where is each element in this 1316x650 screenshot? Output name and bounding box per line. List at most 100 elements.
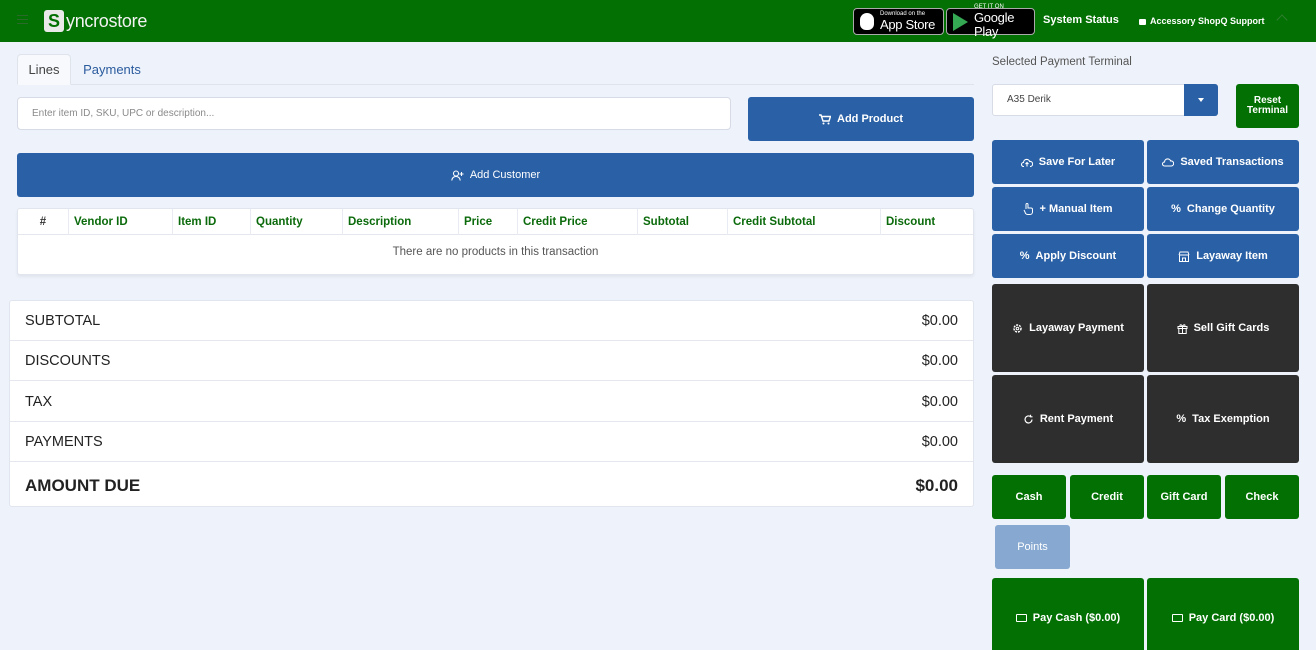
pay-cash-label: Pay Cash ($0.00) (1032, 612, 1121, 624)
column-header-quantity: Quantity (252, 209, 343, 235)
money-bill-icon (1015, 614, 1027, 622)
column-header-discount: Discount (886, 216, 936, 228)
sell-gift-cards-button[interactable]: Sell Gift Cards (1147, 284, 1299, 372)
add-customer-label: Add Customer (469, 169, 541, 181)
totals-panel: SUBTOTAL $0.00 DISCOUNTS $0.00 TAX $0.00… (9, 300, 974, 507)
syncrostore-logo[interactable]: S yncrostore (44, 9, 147, 33)
percent-icon: % (1171, 203, 1181, 215)
tax-exemption-label: Tax Exemption (1192, 413, 1270, 425)
column-header-item-id: Item ID (174, 209, 251, 235)
apply-discount-label: Apply Discount (1035, 250, 1117, 262)
rent-payment-button[interactable]: Rent Payment (992, 375, 1144, 463)
subtotal-value: $0.00 (921, 313, 958, 329)
chevron-down-icon[interactable] (1184, 84, 1218, 116)
saved-transactions-button[interactable]: Saved Transactions (1147, 140, 1299, 184)
column-header-credit-subtotal: Credit Subtotal (729, 209, 881, 235)
amount-due-label: AMOUNT DUE (25, 476, 141, 495)
google-play-large: Google Play (974, 10, 1015, 39)
logo-text: yncrostore (66, 10, 148, 31)
lock-icon (1139, 19, 1146, 25)
tax-label: TAX (25, 394, 53, 410)
payments-label: PAYMENTS (25, 434, 103, 450)
store-icon (1178, 251, 1190, 262)
rent-payment-label: Rent Payment (1039, 413, 1114, 425)
payments-value: $0.00 (921, 434, 958, 450)
percent-icon: % (1019, 250, 1030, 262)
transaction-tabs: Lines Payments (17, 54, 974, 85)
discounts-value: $0.00 (921, 353, 958, 369)
terminal-select[interactable]: A35 Derik (992, 84, 1218, 116)
layaway-payment-button[interactable]: Layaway Payment (992, 284, 1144, 372)
chevron-up-icon[interactable] (1276, 14, 1288, 26)
amount-due-row: AMOUNT DUE $0.00 (10, 463, 973, 503)
change-quantity-button[interactable]: % Change Quantity (1147, 187, 1299, 231)
tab-lines[interactable]: Lines (17, 54, 71, 85)
credit-card-icon (1171, 614, 1183, 622)
terminal-label: Selected Payment Terminal (992, 56, 1132, 68)
manual-item-label: + Manual Item (1039, 203, 1113, 215)
support-label: Accessory ShopQ Support (1150, 16, 1265, 26)
save-for-later-button[interactable]: Save For Later (992, 140, 1144, 184)
top-navbar: S yncrostore Download on the App Store G… (0, 0, 1316, 42)
amount-due-value: $0.00 (915, 476, 958, 495)
support-link[interactable]: Accessory ShopQ Support (1139, 16, 1265, 26)
reset-terminal-line2: Terminal (1247, 105, 1288, 116)
system-status-link[interactable]: System Status (1043, 14, 1119, 26)
saved-transactions-label: Saved Transactions (1180, 156, 1284, 168)
discounts-label: DISCOUNTS (25, 353, 111, 369)
tab-payments[interactable]: Payments (77, 54, 147, 85)
add-product-label: Add Product (837, 113, 903, 125)
cloud-icon (1162, 157, 1175, 167)
tax-exemption-button[interactable]: % Tax Exemption (1147, 375, 1299, 463)
add-customer-button[interactable]: Add Customer (17, 153, 974, 197)
pay-card-button[interactable]: Pay Card ($0.00) (1147, 578, 1299, 650)
pay-cash-button[interactable]: Pay Cash ($0.00) (992, 578, 1144, 650)
logo-mark: S (44, 10, 64, 32)
payments-row: PAYMENTS $0.00 (10, 422, 973, 462)
add-user-icon (451, 169, 464, 181)
column-header-credit-price: Credit Price (519, 209, 638, 235)
table-header: # Vendor ID Item ID Quantity Description… (18, 209, 973, 235)
manual-item-button[interactable]: + Manual Item (992, 187, 1144, 231)
points-button[interactable]: Points (995, 525, 1070, 569)
empty-table-message: There are no products in this transactio… (392, 246, 599, 258)
item-search-input[interactable] (17, 97, 731, 130)
column-header-price: Price (460, 209, 518, 235)
reset-terminal-button[interactable]: Reset Terminal (1236, 84, 1299, 128)
pay-card-label: Pay Card ($0.00) (1188, 612, 1275, 624)
change-quantity-label: Change Quantity (1186, 203, 1275, 215)
cash-button[interactable]: Cash (992, 475, 1066, 519)
column-header-vendor-id: Vendor ID (70, 209, 173, 235)
column-header-number: # (18, 209, 69, 235)
column-header-subtotal: Subtotal (639, 209, 728, 235)
refresh-icon (1023, 414, 1034, 425)
layaway-item-label: Layaway Item (1196, 250, 1268, 262)
gift-icon (1177, 323, 1188, 334)
layaway-item-button[interactable]: Layaway Item (1147, 234, 1299, 278)
google-play-icon (953, 12, 968, 31)
products-table: # Vendor ID Item ID Quantity Description… (17, 208, 974, 275)
app-store-badge[interactable]: Download on the App Store (853, 8, 944, 35)
menu-icon[interactable] (17, 15, 28, 24)
apply-discount-button[interactable]: % Apply Discount (992, 234, 1144, 278)
cart-icon (819, 113, 831, 125)
check-button[interactable]: Check (1225, 475, 1299, 519)
percent-icon: % (1176, 413, 1187, 425)
app-store-large: App Store (880, 17, 936, 32)
tax-row: TAX $0.00 (10, 382, 973, 422)
discounts-row: DISCOUNTS $0.00 (10, 341, 973, 381)
add-product-button[interactable]: Add Product (748, 97, 974, 141)
save-for-later-label: Save For Later (1038, 156, 1116, 168)
credit-button[interactable]: Credit (1070, 475, 1144, 519)
subtotal-row: SUBTOTAL $0.00 (10, 301, 973, 341)
apple-icon (860, 13, 874, 30)
sell-gift-cards-label: Sell Gift Cards (1193, 322, 1270, 334)
google-play-badge[interactable]: GET IT ON Google Play (946, 4, 1035, 39)
subtotal-label: SUBTOTAL (25, 313, 101, 329)
gift-card-button[interactable]: Gift Card (1147, 475, 1221, 519)
tax-value: $0.00 (921, 394, 958, 410)
hand-pointer-icon (1023, 203, 1034, 215)
gear-icon (1012, 323, 1023, 334)
layaway-payment-label: Layaway Payment (1029, 322, 1124, 334)
terminal-selected-value: A35 Derik (1007, 94, 1051, 105)
